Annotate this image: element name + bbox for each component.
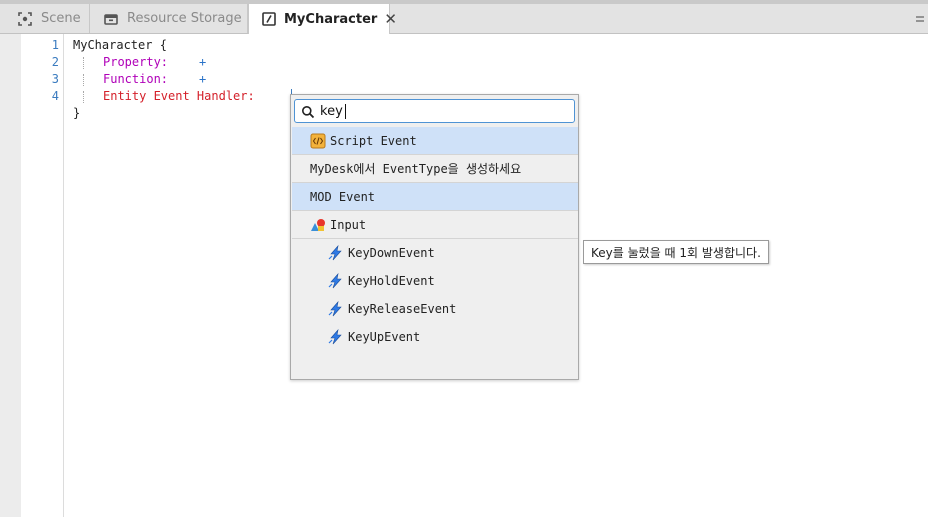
line-number: 2	[51, 55, 59, 69]
input-shapes-icon	[310, 217, 326, 233]
lightning-event-icon	[328, 273, 344, 289]
tab-scene-label: Scene	[41, 11, 81, 26]
category-script-event[interactable]: Script Event	[292, 127, 578, 155]
category-mod-event[interactable]: MOD Event	[292, 183, 578, 211]
list-item-label: KeyHoldEvent	[348, 274, 435, 288]
storage-box-icon	[103, 11, 119, 27]
event-item-keyupevent[interactable]: KeyUpEvent	[292, 323, 578, 351]
property-label: Property:	[103, 55, 169, 69]
list-item-label: MyDesk에서 EventType을 생성하세요	[310, 162, 522, 176]
line-number: 4	[51, 89, 59, 103]
list-item-label: Input	[330, 217, 367, 232]
search-field[interactable]	[294, 99, 575, 123]
tab-resource-storage-label: Resource Storage	[127, 11, 242, 26]
editor-margin	[0, 34, 21, 517]
line-number: 3	[51, 72, 59, 86]
tab-scene[interactable]: Scene	[0, 4, 90, 33]
class-declaration: MyCharacter {	[73, 38, 167, 52]
tab-bar: Scene Resource Storage MyCharacter ✕	[0, 0, 928, 34]
indent-guide	[83, 91, 84, 103]
list-item-label: KeyDownEvent	[348, 246, 435, 260]
lightning-event-icon	[328, 329, 344, 345]
lightning-event-icon	[328, 301, 344, 317]
tab-resource-storage[interactable]: Resource Storage	[90, 4, 248, 33]
lightning-event-icon	[328, 245, 344, 261]
line-number: 1	[51, 38, 59, 52]
closing-brace: }	[73, 106, 81, 120]
event-item-keydownevent[interactable]: KeyDownEvent	[292, 239, 578, 267]
list-item-label: Script Event	[330, 133, 417, 148]
text-caret	[345, 104, 346, 119]
entity-event-handler-label: Entity Event Handler:	[103, 89, 255, 103]
indent-guide	[83, 74, 84, 86]
function-label: Function:	[103, 72, 169, 86]
add-function-button[interactable]: +	[199, 72, 206, 86]
mydesk-create-eventtype-hint[interactable]: MyDesk에서 EventType을 생성하세요	[292, 155, 578, 183]
indent-guide	[83, 57, 84, 69]
gutter-divider	[63, 34, 64, 517]
search-icon	[301, 104, 315, 119]
scene-focus-icon	[17, 11, 33, 27]
tab-mycharacter[interactable]: MyCharacter ✕	[248, 4, 397, 34]
list-item-label: KeyUpEvent	[348, 330, 421, 344]
list-item-label: MOD Event	[310, 189, 376, 204]
script-slash-icon	[262, 11, 276, 27]
list-item-label: KeyReleaseEvent	[348, 302, 457, 316]
close-icon[interactable]: ✕	[384, 10, 397, 28]
event-item-keyholdevent[interactable]: KeyHoldEvent	[292, 267, 578, 295]
search-input[interactable]	[320, 102, 570, 121]
add-property-button[interactable]: +	[199, 55, 206, 69]
event-item-keyreleaseevent[interactable]: KeyReleaseEvent	[292, 295, 578, 323]
event-picker-popup: Script Event MyDesk에서 EventType을 생성하세요 M…	[290, 94, 579, 380]
tab-overflow-icon[interactable]	[915, 9, 925, 22]
tab-mycharacter-label: MyCharacter	[284, 11, 378, 27]
event-description-tooltip: Key를 눌렀을 때 1회 발생합니다.	[583, 240, 769, 264]
group-input[interactable]: Input	[292, 211, 578, 239]
script-event-icon	[310, 133, 326, 149]
